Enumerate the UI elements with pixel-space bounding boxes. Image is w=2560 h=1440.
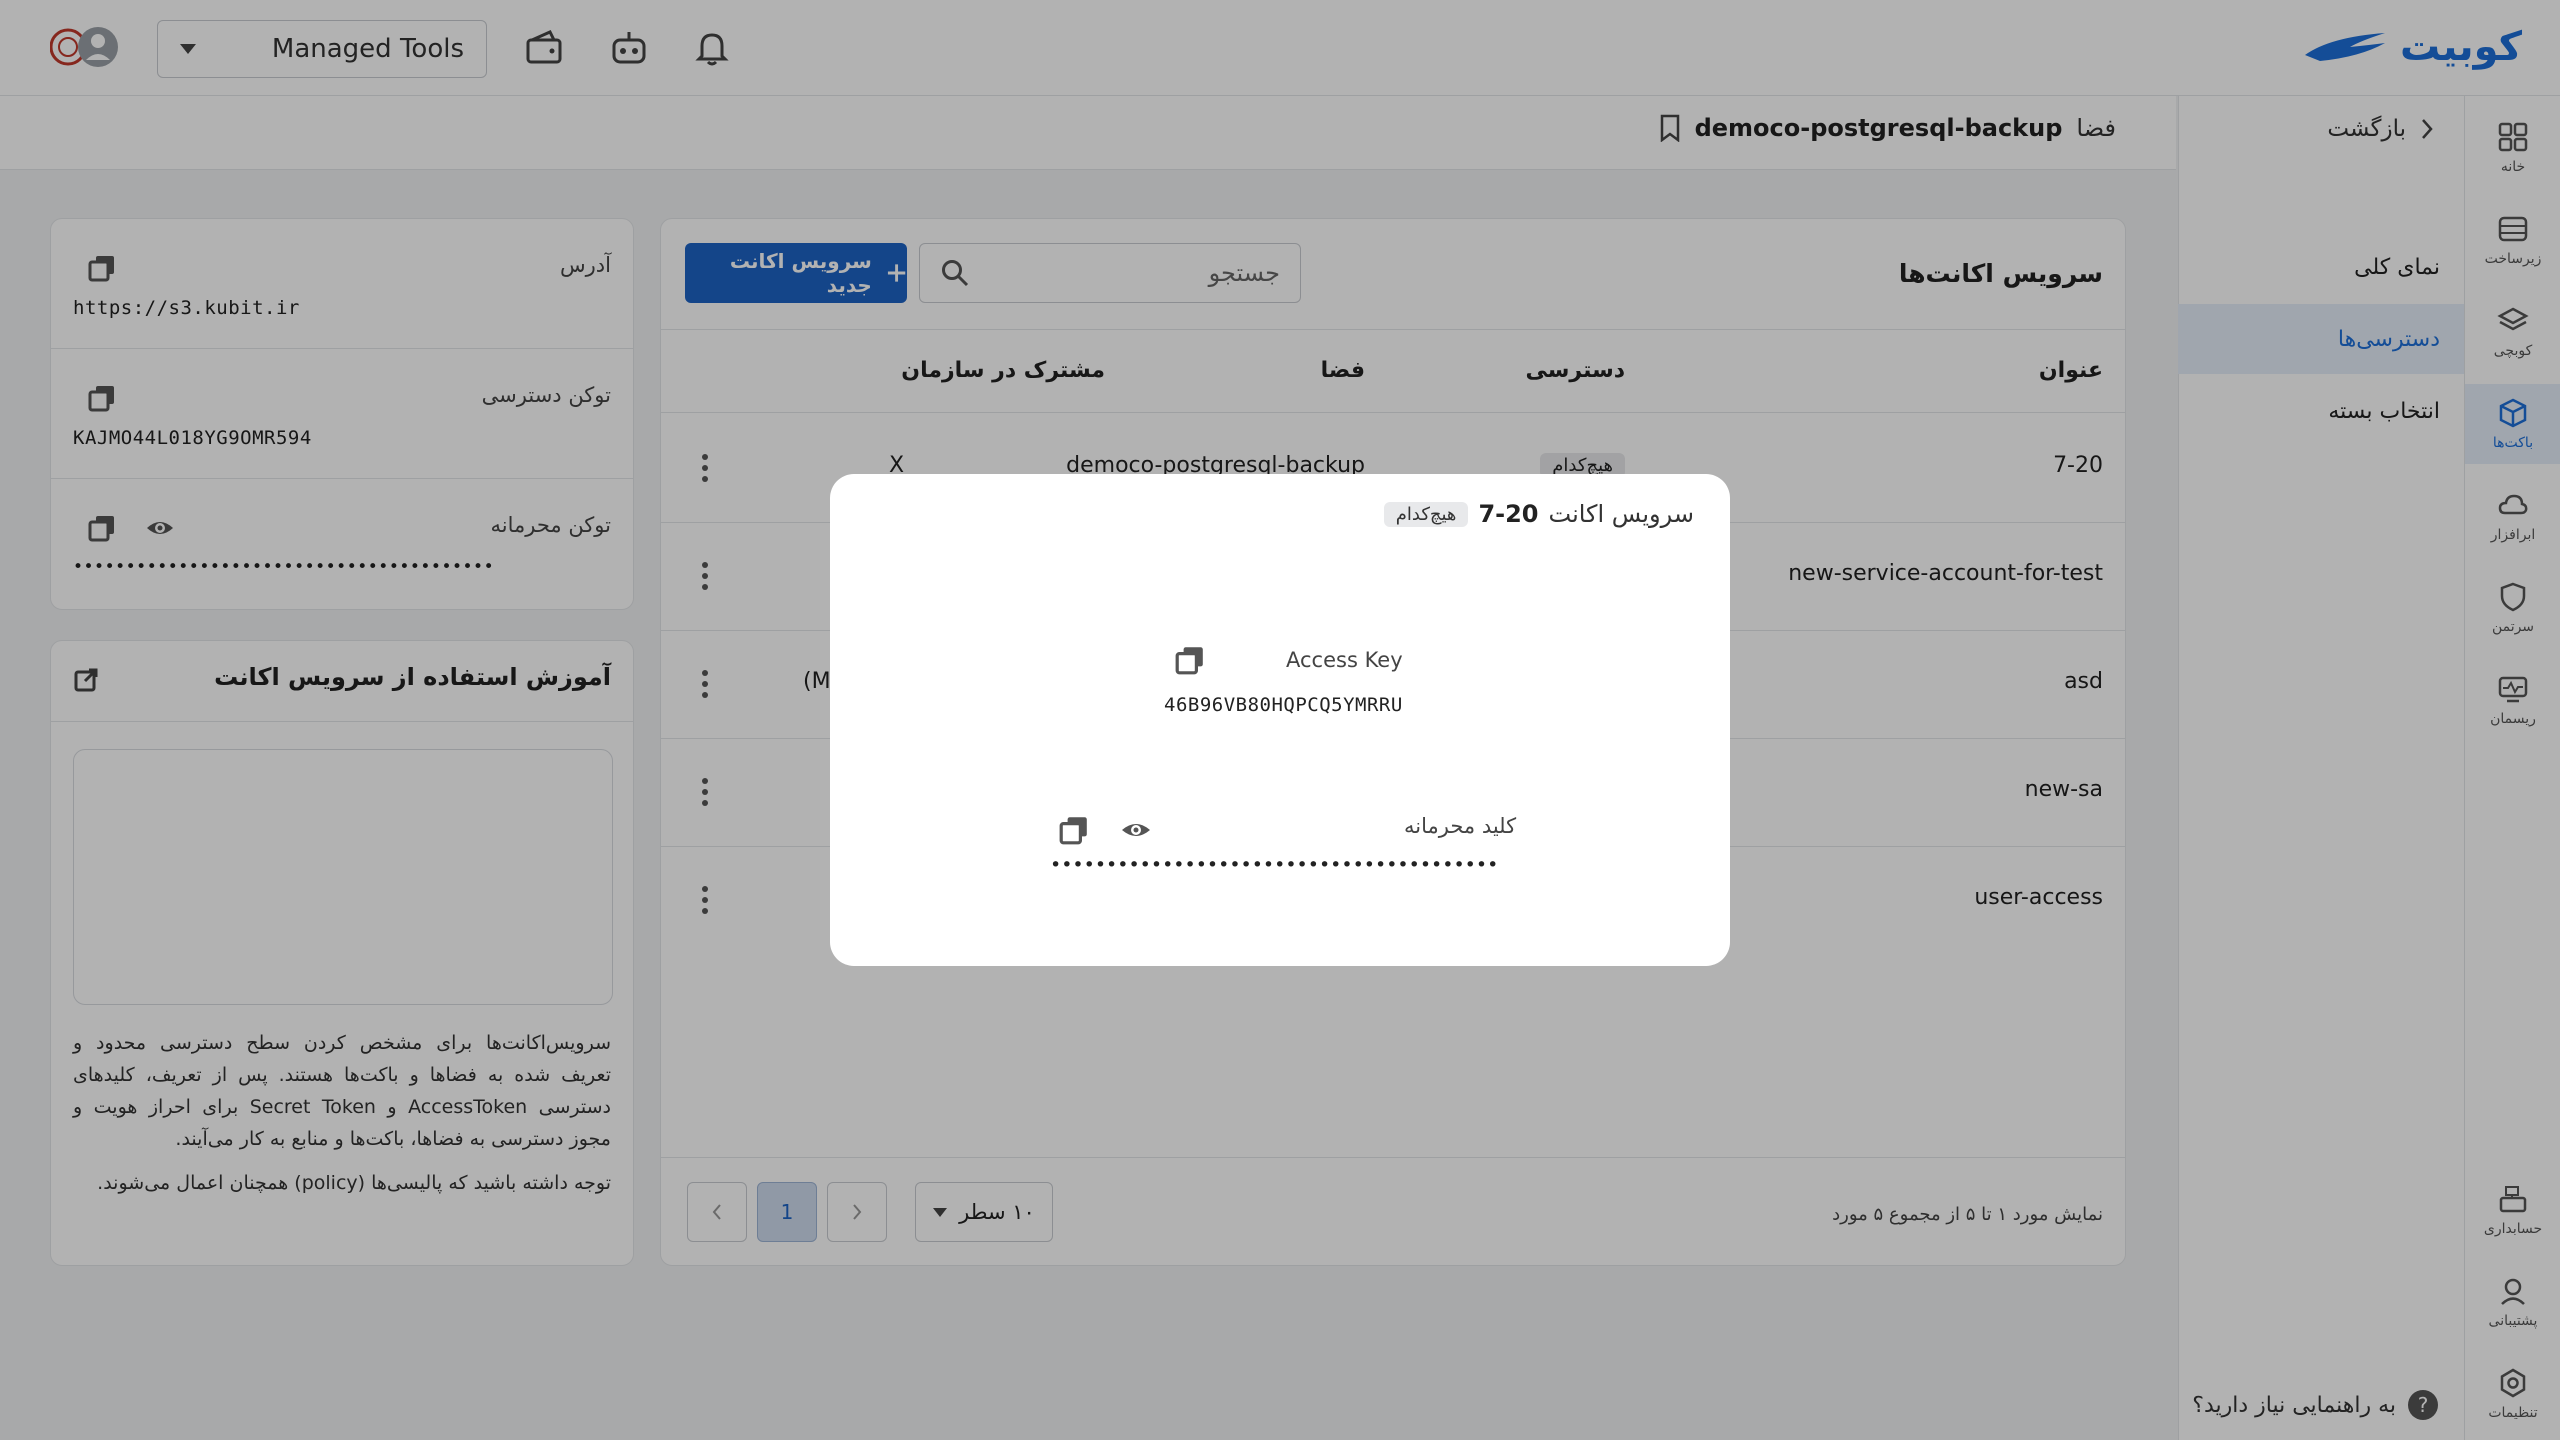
copy-icon[interactable]: [1174, 644, 1206, 676]
dialog-account-name: 7-20: [1478, 500, 1539, 528]
service-account-dialog: سرویس اکانت 7-20 هیچ‌کدام Access Key 46B…: [830, 474, 1730, 966]
secret-key-value: ••••••••••••••••••••••••••••••••••••••••: [1050, 854, 1499, 876]
dialog-access-badge: هیچ‌کدام: [1383, 501, 1469, 527]
secret-key-label: کلید محرمانه: [1404, 814, 1517, 838]
access-key-value: 46B96VB80HQPCQ5YMRRU: [1164, 694, 1403, 716]
eye-icon[interactable]: [1120, 816, 1152, 844]
dialog-header: سرویس اکانت 7-20 هیچ‌کدام: [1383, 500, 1695, 528]
copy-icon[interactable]: [1058, 814, 1090, 846]
dialog-title-prefix: سرویس اکانت: [1548, 500, 1695, 528]
access-key-label: Access Key: [1286, 648, 1403, 672]
